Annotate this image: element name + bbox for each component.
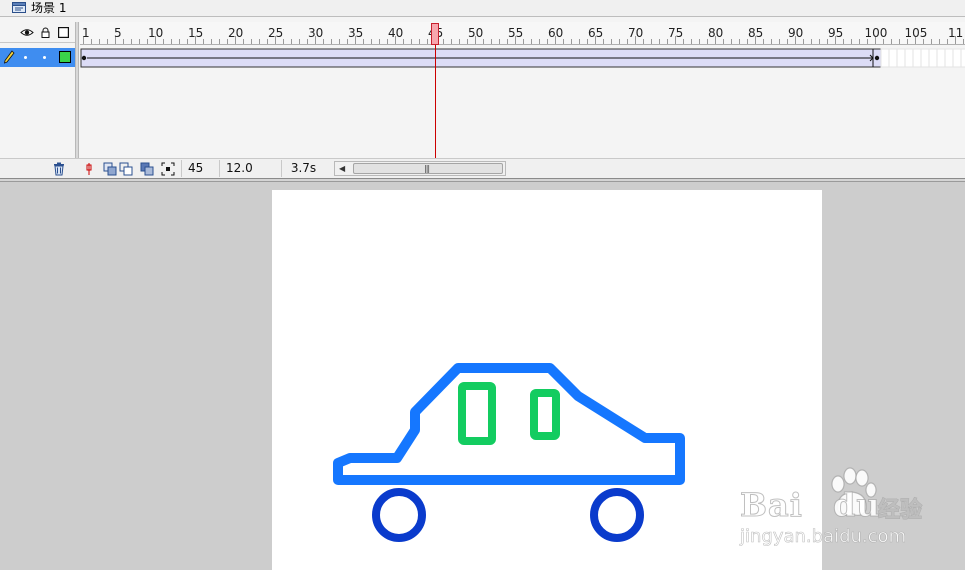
layer-outline-color[interactable] bbox=[59, 51, 71, 63]
timeline-panel: 1510152025303540455055606570758085909510… bbox=[0, 17, 965, 192]
frame-ruler[interactable]: 1510152025303540455055606570758085909510… bbox=[80, 22, 965, 45]
current-frame-field[interactable]: 45 bbox=[181, 160, 215, 177]
ruler-label: 55 bbox=[508, 26, 524, 40]
lock-icon[interactable] bbox=[40, 27, 51, 38]
car-window-right[interactable] bbox=[530, 389, 560, 440]
scroll-left-arrow-icon[interactable]: ◀ bbox=[339, 162, 345, 175]
car-window-left[interactable] bbox=[458, 382, 496, 445]
playhead-line bbox=[435, 45, 436, 158]
empty-frame-cell bbox=[928, 48, 938, 68]
scene-bar: 场景 1 bbox=[0, 0, 965, 17]
watermark-cn: 经验 bbox=[877, 498, 923, 524]
car-body[interactable] bbox=[333, 363, 685, 485]
watermark-brand: Bai du bbox=[740, 486, 881, 525]
motion-tween-span[interactable] bbox=[80, 48, 965, 68]
ruler-label: 80 bbox=[708, 26, 724, 40]
layer-panel-divider[interactable] bbox=[75, 22, 79, 158]
empty-frame-cell bbox=[880, 48, 890, 68]
ruler-label: 50 bbox=[468, 26, 484, 40]
edit-multiple-frames-icon[interactable] bbox=[140, 162, 154, 176]
ruler-label: 105 bbox=[904, 26, 928, 40]
elapsed-time-field: 3.7s bbox=[281, 160, 325, 177]
ruler-label: 11 bbox=[948, 26, 964, 40]
empty-frame-cell bbox=[952, 48, 962, 68]
empty-frame-cell bbox=[936, 48, 946, 68]
ruler-label: 10 bbox=[148, 26, 164, 40]
pencil-icon bbox=[3, 50, 15, 64]
ruler-label: 60 bbox=[548, 26, 564, 40]
baidu-jingyan-watermark: Bai du 经验 jingyan.baidu.com bbox=[738, 466, 958, 556]
layer-frames[interactable] bbox=[80, 48, 965, 68]
timeline-status-bar: 45 12.0 fps 3.7s ◀ ||| bbox=[0, 158, 965, 192]
ruler-label: 20 bbox=[228, 26, 244, 40]
ruler-label: 65 bbox=[588, 26, 604, 40]
trash-icon[interactable] bbox=[52, 162, 66, 176]
empty-frame-cell bbox=[920, 48, 930, 68]
ruler-label: 30 bbox=[308, 26, 324, 40]
ruler-label: 95 bbox=[828, 26, 844, 40]
empty-frame-cell bbox=[896, 48, 906, 68]
timeline-horizontal-scrollbar[interactable]: ◀ ||| bbox=[334, 161, 506, 176]
scene-icon[interactable] bbox=[12, 2, 26, 13]
keyframe-end bbox=[874, 55, 880, 61]
car-wheel-right[interactable] bbox=[590, 488, 644, 542]
ruler-label: 85 bbox=[748, 26, 764, 40]
ruler-label: 25 bbox=[268, 26, 284, 40]
playhead[interactable] bbox=[431, 23, 439, 45]
grip-icon: ||| bbox=[424, 164, 430, 173]
onion-skin-icon[interactable] bbox=[103, 162, 117, 176]
layer-row[interactable] bbox=[0, 48, 75, 67]
ruler-label: 90 bbox=[788, 26, 804, 40]
empty-frames-area[interactable] bbox=[80, 69, 965, 158]
keyframe-start bbox=[81, 55, 87, 61]
visibility-dot[interactable] bbox=[24, 56, 27, 59]
empty-frame-cell bbox=[888, 48, 898, 68]
onion-skin-outlines-icon[interactable] bbox=[119, 162, 133, 176]
layer-header bbox=[0, 22, 75, 43]
empty-frame-cell bbox=[904, 48, 914, 68]
ruler-label: 15 bbox=[188, 26, 204, 40]
scrollbar-thumb[interactable]: ||| bbox=[353, 163, 503, 174]
lock-dot[interactable] bbox=[43, 56, 46, 59]
ruler-label: 1 bbox=[82, 26, 90, 40]
ruler-label: 75 bbox=[668, 26, 684, 40]
outline-icon[interactable] bbox=[58, 27, 69, 38]
ruler-label: 40 bbox=[388, 26, 404, 40]
center-frame-icon[interactable] bbox=[82, 162, 96, 176]
ruler-label: 70 bbox=[628, 26, 644, 40]
ruler-label: 5 bbox=[114, 26, 122, 40]
empty-frame-cell bbox=[960, 48, 965, 68]
eye-icon[interactable] bbox=[20, 27, 34, 38]
empty-frame-cell bbox=[912, 48, 922, 68]
ruler-label: 35 bbox=[348, 26, 364, 40]
car-wheel-left[interactable] bbox=[372, 488, 426, 542]
frame-rate-field[interactable]: 12.0 fps bbox=[219, 160, 277, 192]
empty-frame-cell bbox=[944, 48, 954, 68]
modify-onion-markers-icon[interactable] bbox=[161, 162, 175, 176]
ruler-label: 100 bbox=[864, 26, 888, 40]
watermark-url: jingyan.baidu.com bbox=[740, 526, 907, 548]
scene-name[interactable]: 场景 1 bbox=[31, 0, 66, 16]
